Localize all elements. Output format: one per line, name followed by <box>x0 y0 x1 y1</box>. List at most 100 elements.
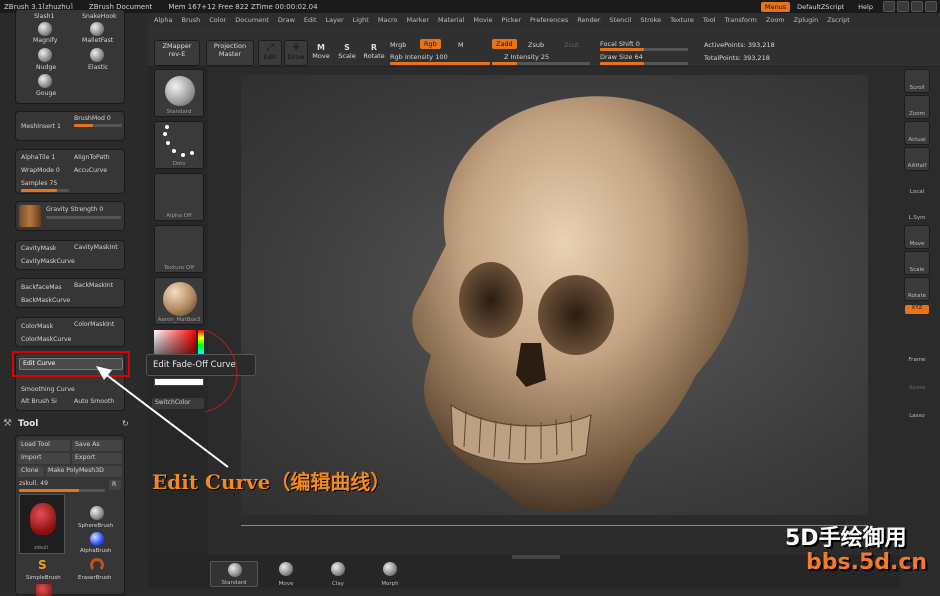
menu-transform[interactable]: Transform <box>725 16 757 24</box>
menu-color[interactable]: Color <box>209 16 226 24</box>
menu-material[interactable]: Material <box>438 16 464 24</box>
wrapmode-slider[interactable]: WrapMode 0 <box>21 167 60 174</box>
scroll-button[interactable]: Scroll <box>904 69 930 93</box>
xpose-button[interactable]: Xpose <box>904 369 930 393</box>
local-button[interactable]: Local <box>904 173 930 197</box>
scale-view-button[interactable]: Scale <box>904 251 930 275</box>
menu-zscript[interactable]: Zscript <box>827 16 850 24</box>
xyz-button[interactable]: XYZ <box>905 305 929 314</box>
brush-elastic[interactable]: Elastic <box>88 64 108 71</box>
gouge-brush-icon[interactable] <box>38 74 52 88</box>
close-icon[interactable] <box>925 1 937 12</box>
draw-button[interactable]: ✛ Draw <box>284 40 308 66</box>
brush-malletfast[interactable]: MalletFast <box>82 37 113 44</box>
rgb-button[interactable]: Rgb <box>420 39 441 49</box>
draw-size-slider[interactable] <box>600 62 688 65</box>
export-button[interactable]: Export <box>72 453 122 464</box>
simplebrush-label[interactable]: SimpleBrush <box>26 575 61 581</box>
help-button[interactable]: Help <box>854 2 877 12</box>
menu-tool[interactable]: Tool <box>703 16 716 24</box>
menu-render[interactable]: Render <box>577 16 600 24</box>
aahalf-button[interactable]: AAHalf <box>904 147 930 171</box>
alt-brush-size-button[interactable]: Alt Brush Si <box>21 398 57 405</box>
backmaskint-slider[interactable]: BackMaskInt <box>74 282 113 289</box>
alphatile-slider[interactable]: AlphaTile 1 <box>21 154 55 161</box>
bottom-morph-brush[interactable]: Morph <box>370 561 410 587</box>
menu-marker[interactable]: Marker <box>407 16 429 24</box>
menu-picker[interactable]: Picker <box>502 16 521 24</box>
lasso-button[interactable]: Lasso <box>904 397 930 421</box>
menus-button[interactable]: Menus <box>760 1 791 12</box>
brush-gouge[interactable]: Gouge <box>36 90 56 97</box>
tool-thumb-red[interactable] <box>36 584 52 596</box>
main-color-swatch[interactable] <box>154 378 204 386</box>
save-as-button[interactable]: Save As <box>72 440 122 451</box>
move-button[interactable]: M Move <box>310 40 332 66</box>
simplebrush-icon[interactable]: S <box>38 558 47 572</box>
gravity-strength-slider[interactable]: Gravity Strength 0 <box>46 206 103 213</box>
mrgb-button[interactable]: Mrgb <box>390 41 406 49</box>
brush-snakehook[interactable]: SnakeHook <box>82 13 117 20</box>
frame-button[interactable]: Frame <box>904 341 930 365</box>
rotate-button[interactable]: R Rotate <box>362 40 386 66</box>
maximize-icon[interactable] <box>911 1 923 12</box>
clone-button[interactable]: Clone <box>18 466 44 477</box>
menu-alpha[interactable]: Alpha <box>154 16 172 24</box>
menu-preferences[interactable]: Preferences <box>530 16 568 24</box>
alphabrush-icon[interactable] <box>90 532 104 546</box>
menu-draw[interactable]: Draw <box>278 16 295 24</box>
malletfast-brush-icon[interactable] <box>90 22 104 36</box>
menu-stencil[interactable]: Stencil <box>609 16 631 24</box>
texture-thumbnail[interactable]: Texture Off <box>154 225 204 273</box>
backfacemask-button[interactable]: BackfaceMas <box>21 284 62 291</box>
zmapper-button[interactable]: ZMapper rev-E <box>154 40 200 66</box>
menu-document[interactable]: Document <box>235 16 269 24</box>
material-thumbnail[interactable]: Aaron_MatBox3 <box>154 277 204 325</box>
actual-button[interactable]: Actual <box>904 121 930 145</box>
scale-button[interactable]: S Scale <box>336 40 358 66</box>
cavitymaskcurve-button[interactable]: CavityMaskCurve <box>21 258 75 265</box>
zsub-button[interactable]: Zsub <box>528 41 544 49</box>
colormask-button[interactable]: ColorMask <box>21 323 53 330</box>
menu-layer[interactable]: Layer <box>326 16 344 24</box>
cavitymask-button[interactable]: CavityMask <box>21 245 57 252</box>
zoom-button[interactable]: Zoom <box>904 95 930 119</box>
menu-edit[interactable]: Edit <box>304 16 317 24</box>
menu-light[interactable]: Light <box>353 16 369 24</box>
menu-movie[interactable]: Movie <box>473 16 492 24</box>
menu-texture[interactable]: Texture <box>670 16 694 24</box>
bottom-standard-brush[interactable]: Standard <box>210 561 258 587</box>
menu-macro[interactable]: Macro <box>378 16 398 24</box>
spherebrush-label[interactable]: SphereBrush <box>78 523 113 529</box>
menu-brush[interactable]: Brush <box>181 16 200 24</box>
tool-palette-refresh-icon[interactable]: ↻ <box>122 419 129 428</box>
import-button[interactable]: Import <box>18 453 70 464</box>
colormaskint-slider[interactable]: ColorMaskInt <box>74 321 114 328</box>
edit-button[interactable]: ⤢ Edit <box>258 40 282 66</box>
menu-zoom[interactable]: Zoom <box>766 16 785 24</box>
colormaskcurve-button[interactable]: ColorMaskCurve <box>21 336 71 343</box>
alpha-thumbnail[interactable]: Alpha Off <box>154 173 204 221</box>
meshinsert-slider[interactable]: MeshInsert 1 <box>21 123 61 130</box>
accucurve-button[interactable]: AccuCurve <box>74 167 107 174</box>
default-zscript-button[interactable]: DefaultZScript <box>793 2 848 12</box>
restore-icon[interactable] <box>897 1 909 12</box>
m-button[interactable]: M <box>458 41 464 49</box>
projection-master-button[interactable]: Projection Master <box>206 40 254 66</box>
smoothing-curve-button[interactable]: Smoothing Curve <box>21 386 75 393</box>
z-intensity-slider[interactable] <box>492 62 590 65</box>
make-polymesh-button[interactable]: Make PolyMesh3D <box>46 466 122 477</box>
elastic-brush-icon[interactable] <box>90 48 104 62</box>
brushmod-slider[interactable]: BrushMod 0 <box>74 115 111 122</box>
backmaskcurve-button[interactable]: BackMaskCurve <box>21 297 70 304</box>
bottom-move-brush[interactable]: Move <box>266 561 306 587</box>
bottom-clay-brush[interactable]: Clay <box>318 561 358 587</box>
brush-slash1[interactable]: Slash1 <box>34 13 55 20</box>
document-canvas[interactable] <box>241 75 868 526</box>
switch-color-button[interactable]: SwitchColor <box>152 398 204 409</box>
auto-smooth-slider[interactable]: Auto Smooth <box>74 398 114 405</box>
zskull-thumbnail[interactable]: zskull <box>19 494 65 554</box>
skull-model[interactable] <box>241 75 868 515</box>
menu-stroke[interactable]: Stroke <box>640 16 661 24</box>
move-view-button[interactable]: Move <box>904 225 930 249</box>
